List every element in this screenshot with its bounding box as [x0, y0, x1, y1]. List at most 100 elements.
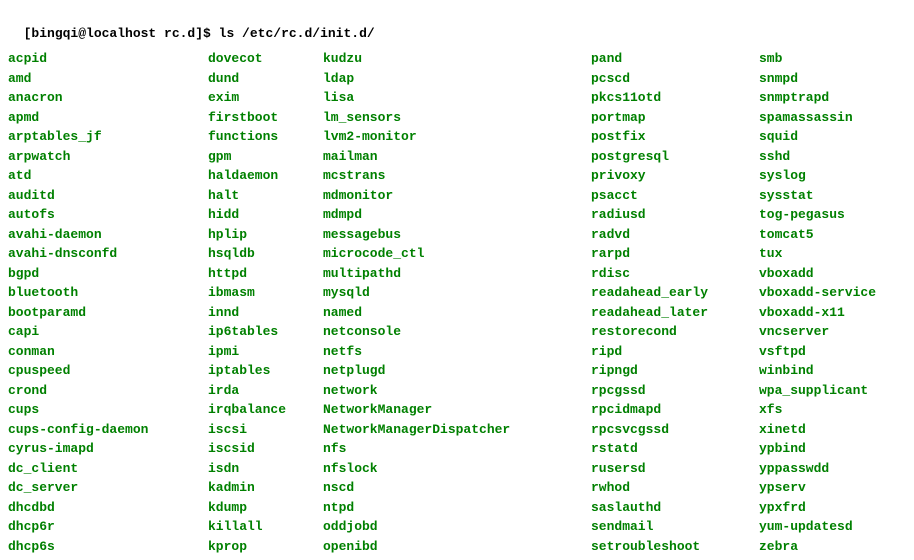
list-item: ibmasm	[208, 283, 323, 303]
list-item: portmap	[591, 108, 759, 128]
list-item: dc_server	[8, 478, 208, 498]
list-item: lm_sensors	[323, 108, 591, 128]
list-item: privoxy	[591, 166, 759, 186]
list-item: vsftpd	[759, 342, 876, 362]
list-item: mcstrans	[323, 166, 591, 186]
list-item: syslog	[759, 166, 876, 186]
list-item: rarpd	[591, 244, 759, 264]
list-item: ipmi	[208, 342, 323, 362]
list-item: sshd	[759, 147, 876, 167]
listing-column-4: pandpcscdpkcs11otdportmappostfixpostgres…	[591, 49, 759, 556]
list-item: hidd	[208, 205, 323, 225]
list-item: mysqld	[323, 283, 591, 303]
list-item: vboxadd	[759, 264, 876, 284]
list-item: conman	[8, 342, 208, 362]
list-item: rdisc	[591, 264, 759, 284]
list-item: dhcp6s	[8, 537, 208, 557]
list-item: ripngd	[591, 361, 759, 381]
list-item: wpa_supplicant	[759, 381, 876, 401]
list-item: kudzu	[323, 49, 591, 69]
list-item: iptables	[208, 361, 323, 381]
list-item: avahi-dnsconfd	[8, 244, 208, 264]
directory-listing: acpidamdanacronapmdarptables_jfarpwatcha…	[8, 49, 906, 556]
list-item: readahead_later	[591, 303, 759, 323]
list-item: atd	[8, 166, 208, 186]
list-item: oddjobd	[323, 517, 591, 537]
prompt-line: [bingqi@localhost rc.d]$ ls /etc/rc.d/in…	[8, 4, 906, 43]
list-item: iscsid	[208, 439, 323, 459]
list-item: dovecot	[208, 49, 323, 69]
list-item: netfs	[323, 342, 591, 362]
list-item: rwhod	[591, 478, 759, 498]
list-item: innd	[208, 303, 323, 323]
list-item: dc_client	[8, 459, 208, 479]
list-item: haldaemon	[208, 166, 323, 186]
list-item: amd	[8, 69, 208, 89]
list-item: ypbind	[759, 439, 876, 459]
list-item: iscsi	[208, 420, 323, 440]
list-item: ip6tables	[208, 322, 323, 342]
list-item: snmptrapd	[759, 88, 876, 108]
list-item: NetworkManager	[323, 400, 591, 420]
list-item: cyrus-imapd	[8, 439, 208, 459]
list-item: firstboot	[208, 108, 323, 128]
list-item: postgresql	[591, 147, 759, 167]
list-item: avahi-daemon	[8, 225, 208, 245]
list-item: lvm2-monitor	[323, 127, 591, 147]
list-item: rpcgssd	[591, 381, 759, 401]
list-item: sysstat	[759, 186, 876, 206]
list-item: vboxadd-x11	[759, 303, 876, 323]
list-item: psacct	[591, 186, 759, 206]
list-item: spamassassin	[759, 108, 876, 128]
list-item: cups	[8, 400, 208, 420]
list-item: cups-config-daemon	[8, 420, 208, 440]
list-item: ripd	[591, 342, 759, 362]
list-item: postfix	[591, 127, 759, 147]
list-item: pand	[591, 49, 759, 69]
list-item: pkcs11otd	[591, 88, 759, 108]
list-item: dund	[208, 69, 323, 89]
list-item: xinetd	[759, 420, 876, 440]
list-item: capi	[8, 322, 208, 342]
list-item: nfslock	[323, 459, 591, 479]
list-item: netplugd	[323, 361, 591, 381]
list-item: auditd	[8, 186, 208, 206]
list-item: apmd	[8, 108, 208, 128]
list-item: pcscd	[591, 69, 759, 89]
list-item: yum-updatesd	[759, 517, 876, 537]
list-item: autofs	[8, 205, 208, 225]
list-item: bgpd	[8, 264, 208, 284]
list-item: exim	[208, 88, 323, 108]
list-item: cpuspeed	[8, 361, 208, 381]
list-item: isdn	[208, 459, 323, 479]
list-item: crond	[8, 381, 208, 401]
list-item: restorecond	[591, 322, 759, 342]
list-item: tux	[759, 244, 876, 264]
list-item: arptables_jf	[8, 127, 208, 147]
list-item: lisa	[323, 88, 591, 108]
command-text: ls /etc/rc.d/init.d/	[219, 26, 375, 41]
list-item: nfs	[323, 439, 591, 459]
list-item: gpm	[208, 147, 323, 167]
list-item: functions	[208, 127, 323, 147]
list-item: anacron	[8, 88, 208, 108]
list-item: radvd	[591, 225, 759, 245]
list-item: yppasswdd	[759, 459, 876, 479]
list-item: kprop	[208, 537, 323, 557]
list-item: rstatd	[591, 439, 759, 459]
list-item: rusersd	[591, 459, 759, 479]
list-item: halt	[208, 186, 323, 206]
list-item: bootparamd	[8, 303, 208, 323]
listing-column-3: kudzuldaplisalm_sensorslvm2-monitormailm…	[323, 49, 591, 556]
list-item: openibd	[323, 537, 591, 557]
list-item: zebra	[759, 537, 876, 557]
list-item: ldap	[323, 69, 591, 89]
list-item: dhcp6r	[8, 517, 208, 537]
list-item: vboxadd-service	[759, 283, 876, 303]
list-item: hsqldb	[208, 244, 323, 264]
list-item: bluetooth	[8, 283, 208, 303]
list-item: irqbalance	[208, 400, 323, 420]
list-item: saslauthd	[591, 498, 759, 518]
list-item: arpwatch	[8, 147, 208, 167]
list-item: sendmail	[591, 517, 759, 537]
